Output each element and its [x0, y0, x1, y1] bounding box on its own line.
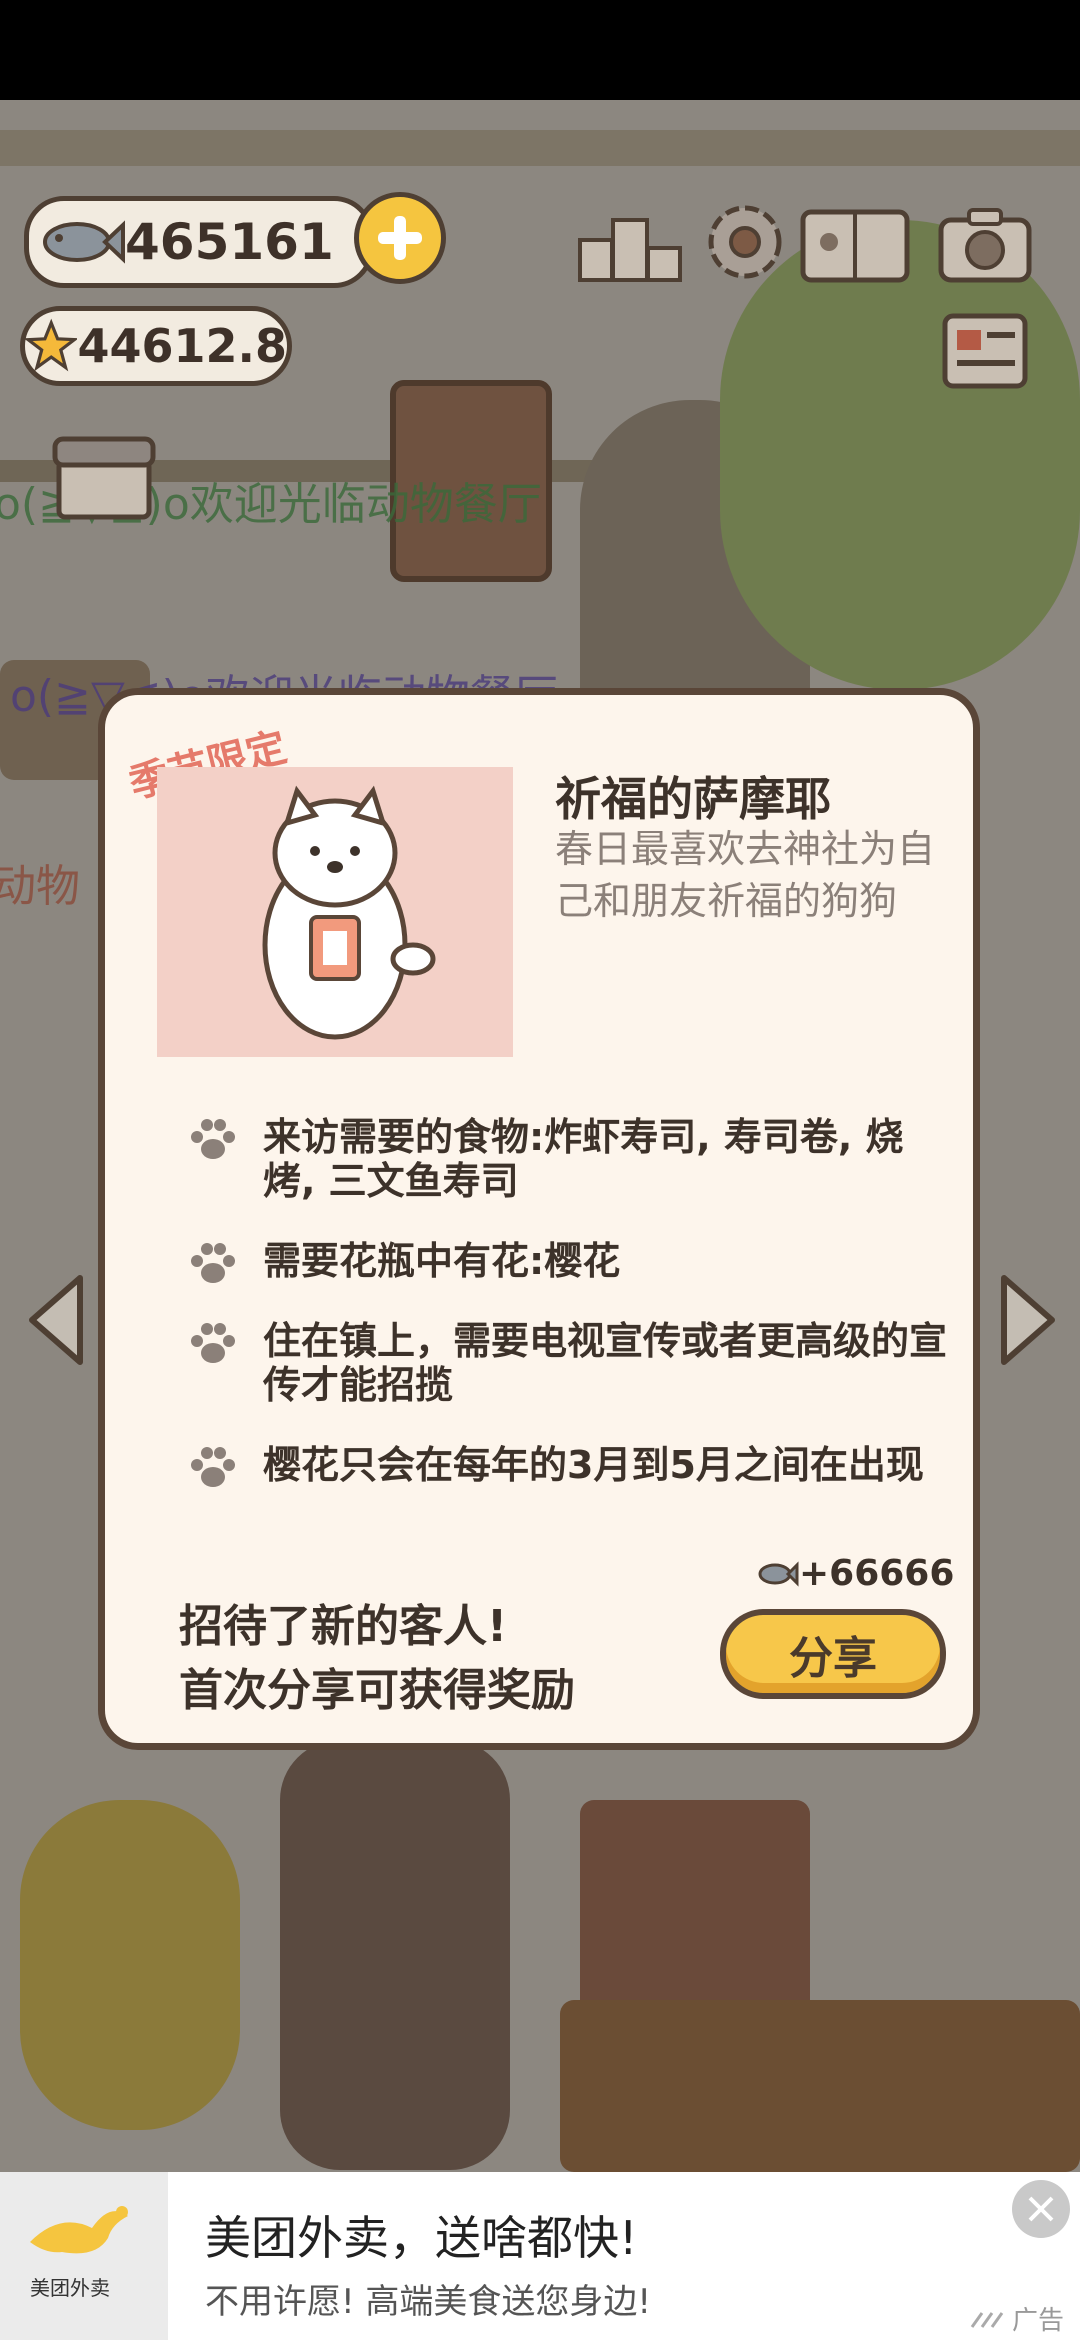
share-message: 招待了新的客人! 首次分享可获得奖励	[179, 1595, 575, 1723]
share-button[interactable]: 分享	[720, 1609, 946, 1699]
settings-button[interactable]	[685, 192, 805, 292]
pineapple-decor	[20, 1800, 240, 2130]
status-bar	[0, 0, 1080, 100]
ad-close-button[interactable]	[1012, 2180, 1070, 2238]
table	[560, 2000, 1080, 2172]
requirement-item: 住在镇上，需要电视宣传或者更高级的宣传才能招揽	[187, 1319, 947, 1407]
podium-icon	[578, 218, 682, 282]
requirement-food: 来访需要的食物:炸虾寿司, 寿司卷, 烧烤, 三文鱼寿司	[263, 1115, 904, 1203]
fish-currency: 465161	[24, 196, 374, 288]
samoyed-icon	[262, 785, 436, 1040]
fish-icon	[43, 220, 125, 264]
share-message-line2: 首次分享可获得奖励	[179, 1665, 575, 1716]
kangaroo-logo-icon	[30, 2206, 128, 2254]
star-icon	[25, 318, 78, 372]
paw-icon	[191, 1243, 235, 1283]
ad-banner[interactable]: 美团外卖 美团外卖，送啥都快! 不用许愿! 高端美食送您身边! 广告	[0, 2172, 1080, 2340]
gear-icon	[708, 205, 782, 279]
ad-label: 广告	[970, 2300, 1064, 2337]
plus-icon	[378, 216, 422, 260]
shop-icon	[52, 436, 156, 520]
leaderboard-button[interactable]	[570, 196, 690, 296]
share-message-line1: 招待了新的客人!	[179, 1601, 508, 1652]
requirement-flower: 需要花瓶中有花:樱花	[263, 1239, 621, 1283]
character-portrait	[157, 767, 513, 1057]
paw-icon	[191, 1323, 235, 1363]
ad-title: 美团外卖，送啥都快!	[205, 2211, 638, 2265]
ad-brand: 美团外卖	[30, 2276, 110, 2300]
close-icon	[1028, 2196, 1054, 2222]
shop-button[interactable]	[44, 426, 164, 526]
paw-icon	[191, 1119, 235, 1159]
star-currency: 44612.8	[20, 306, 292, 386]
new-guest-modal: 季节限定 祈福的萨摩耶 春日最喜欢去神社为自己和朋友祈福的狗狗 来访需要的食物:…	[98, 688, 980, 1750]
fish-count: 465161	[125, 213, 334, 271]
requirement-season: 樱花只会在每年的3月到5月之间在出现	[263, 1443, 924, 1487]
news-button[interactable]	[925, 300, 1045, 400]
paw-icon	[191, 1447, 235, 1487]
character-name: 祈福的萨摩耶	[555, 772, 831, 826]
star-count: 44612.8	[77, 319, 287, 373]
ad-subtitle: 不用许愿! 高端美食送您身边!	[205, 2282, 652, 2322]
camera-icon	[938, 208, 1032, 283]
ad-mark-icon	[970, 2311, 1004, 2328]
newspaper-icon	[942, 313, 1028, 389]
animal-guests	[280, 1740, 510, 2170]
requirement-item: 来访需要的食物:炸虾寿司, 寿司卷, 烧烤, 三文鱼寿司	[187, 1115, 947, 1203]
book-icon	[800, 209, 910, 283]
requirement-item: 需要花瓶中有花:樱花	[187, 1239, 947, 1283]
ad-logo: 美团外卖	[0, 2172, 168, 2340]
welcome-marquee-3: 动物	[0, 861, 80, 912]
share-reward: +66666	[755, 1553, 954, 1594]
requirements-list: 来访需要的食物:炸虾寿司, 寿司卷, 烧烤, 三文鱼寿司 需要花瓶中有花:樱花 …	[187, 1115, 947, 1523]
next-arrow-icon[interactable]	[994, 1270, 1064, 1370]
requirement-promotion: 住在镇上，需要电视宣传或者更高级的宣传才能招揽	[263, 1319, 948, 1407]
wall-beam	[0, 130, 1080, 166]
album-button[interactable]	[795, 196, 915, 296]
previous-arrow-icon[interactable]	[20, 1270, 90, 1370]
requirement-item: 樱花只会在每年的3月到5月之间在出现	[187, 1443, 947, 1487]
reward-amount: +66666	[799, 1553, 955, 1594]
add-fish-button[interactable]	[354, 192, 446, 284]
camera-button[interactable]	[925, 196, 1045, 296]
ad-label-text: 广告	[1011, 2306, 1064, 2336]
fish-icon	[758, 1560, 799, 1587]
character-description: 春日最喜欢去神社为自己和朋友祈福的狗狗	[555, 827, 936, 923]
